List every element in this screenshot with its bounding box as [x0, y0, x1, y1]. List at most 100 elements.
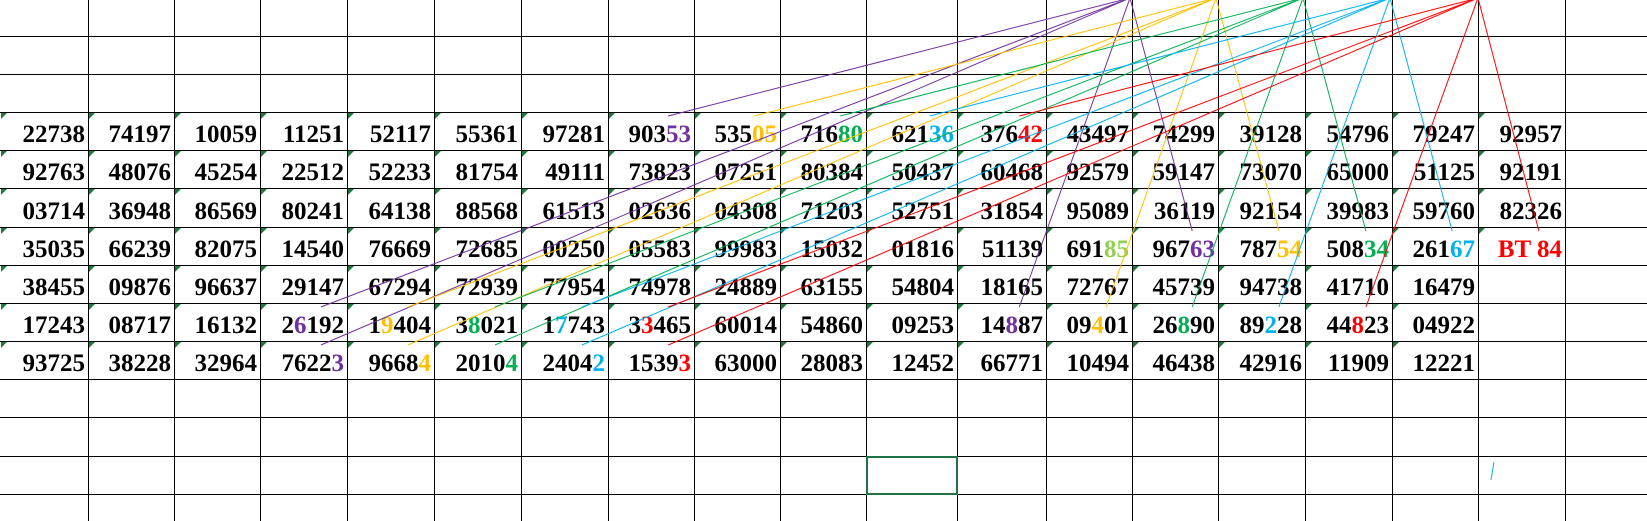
- cell-value[interactable]: 96763: [1153, 236, 1216, 263]
- cell-value[interactable]: 89228: [1240, 312, 1303, 339]
- cell-value[interactable]: 73823: [629, 159, 692, 186]
- cell-value[interactable]: 18165: [981, 274, 1044, 301]
- cell-value[interactable]: 79247: [1413, 121, 1476, 148]
- cell-value[interactable]: 72939: [456, 274, 519, 301]
- cell-value[interactable]: 42916: [1240, 350, 1303, 377]
- cell-value[interactable]: 74197: [109, 121, 172, 148]
- spreadsheet-grid[interactable]: 22738 74197 10059 11251 52117 55361 97281 90353…: [0, 0, 1647, 521]
- cell-value[interactable]: 53505: [715, 121, 778, 148]
- cell-value[interactable]: 63000: [715, 350, 778, 377]
- cell-value[interactable]: 78754: [1240, 236, 1303, 263]
- cell-value[interactable]: 39128: [1240, 121, 1303, 148]
- cell-value[interactable]: 46438: [1153, 350, 1216, 377]
- cell-value[interactable]: 95089: [1067, 198, 1130, 225]
- cell-value[interactable]: 17243: [23, 312, 86, 339]
- cell-value[interactable]: 74299: [1153, 121, 1216, 148]
- cell-value[interactable]: 15032: [801, 236, 864, 263]
- cell-value[interactable]: BT 84: [1498, 236, 1563, 263]
- cell-value[interactable]: 52117: [370, 121, 431, 148]
- cell-value[interactable]: 82075: [195, 236, 258, 263]
- cell-value[interactable]: 74978: [629, 274, 692, 301]
- cell-value[interactable]: 64138: [369, 198, 432, 225]
- cell-value[interactable]: 24889: [715, 274, 778, 301]
- cell-value[interactable]: 38228: [109, 350, 172, 377]
- cell-value[interactable]: 26890: [1153, 312, 1216, 339]
- cell-value[interactable]: 15393: [629, 350, 692, 377]
- cell-value[interactable]: 36948: [109, 198, 172, 225]
- cell-value[interactable]: 08717: [109, 312, 172, 339]
- cell-value[interactable]: 31854: [981, 198, 1044, 225]
- cell-value[interactable]: 20104: [456, 350, 519, 377]
- cell-value[interactable]: 01816: [892, 236, 955, 263]
- cell-value[interactable]: 67294: [369, 274, 432, 301]
- cell-value[interactable]: 69185: [1067, 236, 1130, 263]
- cell-value[interactable]: 09401: [1067, 312, 1130, 339]
- cell-value[interactable]: 66771: [981, 350, 1044, 377]
- cell-value[interactable]: 16132: [195, 312, 258, 339]
- cell-value[interactable]: 51139: [982, 236, 1043, 263]
- cell-value[interactable]: 52233: [369, 159, 432, 186]
- cell-value[interactable]: 59760: [1413, 198, 1476, 225]
- cell-value[interactable]: 03714: [23, 198, 86, 225]
- cell-value[interactable]: 09253: [892, 312, 955, 339]
- cell-value[interactable]: 10059: [195, 121, 258, 148]
- cell-value[interactable]: 80241: [282, 198, 345, 225]
- cell-value[interactable]: 88568: [456, 198, 519, 225]
- cell-value[interactable]: 82326: [1500, 198, 1563, 225]
- cell-value[interactable]: 00250: [543, 236, 606, 263]
- cell-value[interactable]: 72685: [456, 236, 519, 263]
- cell-value[interactable]: 41710: [1327, 274, 1390, 301]
- cell-value[interactable]: 04922: [1413, 312, 1476, 339]
- cell-value[interactable]: 26167: [1413, 236, 1476, 263]
- cell-value[interactable]: 45739: [1153, 274, 1216, 301]
- cell-value[interactable]: 12221: [1413, 350, 1476, 377]
- cell-value[interactable]: 10494: [1067, 350, 1130, 377]
- cell-value[interactable]: 92579: [1067, 159, 1130, 186]
- cell-value[interactable]: 65000: [1327, 159, 1390, 186]
- cell-value[interactable]: 76669: [369, 236, 432, 263]
- cell-value[interactable]: 60014: [715, 312, 778, 339]
- cell-value[interactable]: 09876: [109, 274, 172, 301]
- cell-value[interactable]: 72767: [1067, 274, 1130, 301]
- cell-value[interactable]: 86569: [195, 198, 258, 225]
- cell-value[interactable]: 38455: [23, 274, 86, 301]
- cell-value[interactable]: 92191: [1500, 159, 1563, 186]
- cell-value[interactable]: 81754: [456, 159, 519, 186]
- cell-value[interactable]: 55361: [456, 121, 519, 148]
- cell-value[interactable]: 11909: [1328, 350, 1389, 377]
- cell-value[interactable]: 94738: [1240, 274, 1303, 301]
- cell-value[interactable]: 22738: [23, 121, 86, 148]
- cell-value[interactable]: 50437: [892, 159, 955, 186]
- cell-value[interactable]: 51125: [1414, 159, 1475, 186]
- cell-value[interactable]: 12452: [892, 350, 955, 377]
- cell-value[interactable]: 33465: [629, 312, 692, 339]
- cell-value[interactable]: 92957: [1500, 121, 1563, 148]
- cell-value[interactable]: 50834: [1327, 236, 1390, 263]
- cell-value[interactable]: 54804: [892, 274, 955, 301]
- cell-value[interactable]: 71680: [801, 121, 864, 148]
- cell-value[interactable]: 54860: [801, 312, 864, 339]
- cell-value[interactable]: 38021: [456, 312, 519, 339]
- cell-value[interactable]: 16479: [1413, 274, 1476, 301]
- cell-value[interactable]: 76223: [282, 350, 345, 377]
- cell-value[interactable]: 22512: [282, 159, 345, 186]
- cell-value[interactable]: 99983: [715, 236, 778, 263]
- cell-value[interactable]: 49111: [545, 159, 605, 186]
- selected-cell[interactable]: [866, 456, 958, 495]
- cell-value[interactable]: 35035: [23, 236, 86, 263]
- cell-value[interactable]: 54796: [1327, 121, 1390, 148]
- cell-value[interactable]: 59147: [1153, 159, 1216, 186]
- cell-value[interactable]: 96684: [369, 350, 432, 377]
- cell-value[interactable]: 73070: [1240, 159, 1303, 186]
- cell-value[interactable]: 24042: [543, 350, 606, 377]
- cell-value[interactable]: 11251: [283, 121, 344, 148]
- cell-value[interactable]: 48076: [109, 159, 172, 186]
- cell-value[interactable]: 14540: [282, 236, 345, 263]
- cell-value[interactable]: 97281: [543, 121, 606, 148]
- cell-value[interactable]: 44823: [1327, 312, 1390, 339]
- cell-value[interactable]: 92763: [23, 159, 86, 186]
- cell-value[interactable]: 60468: [981, 159, 1044, 186]
- cell-value[interactable]: 63155: [801, 274, 864, 301]
- cell-value[interactable]: 96637: [195, 274, 258, 301]
- cell-value[interactable]: 14887: [981, 312, 1044, 339]
